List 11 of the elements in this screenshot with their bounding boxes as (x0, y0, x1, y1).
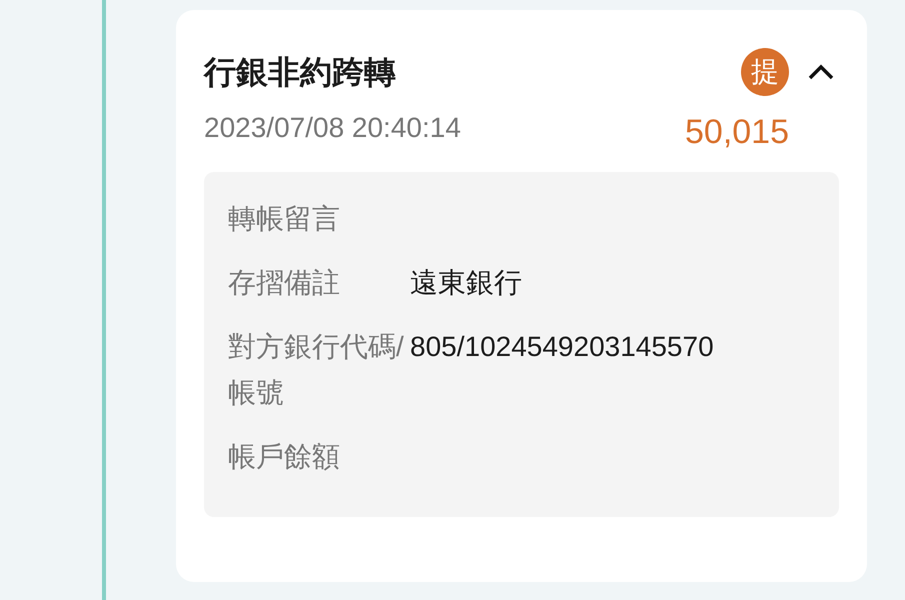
transaction-amount: 50,015 (685, 112, 789, 152)
detail-value: 805/1024549203145570 (410, 330, 714, 364)
detail-label: 帳戶餘額 (228, 440, 341, 474)
detail-label: 存摺備註 (228, 266, 341, 300)
transaction-datetime: 2023/07/08 20:40:14 (204, 111, 461, 145)
withdraw-badge: 提 (741, 48, 789, 96)
chevron-icon (808, 64, 834, 80)
detail-value: 遠東銀行 (410, 266, 522, 300)
transaction-title: 行銀非約跨轉 (204, 53, 396, 92)
detail-label: 對方銀行代碼/帳號 (228, 330, 405, 410)
detail-label: 轉帳留言 (228, 202, 341, 236)
